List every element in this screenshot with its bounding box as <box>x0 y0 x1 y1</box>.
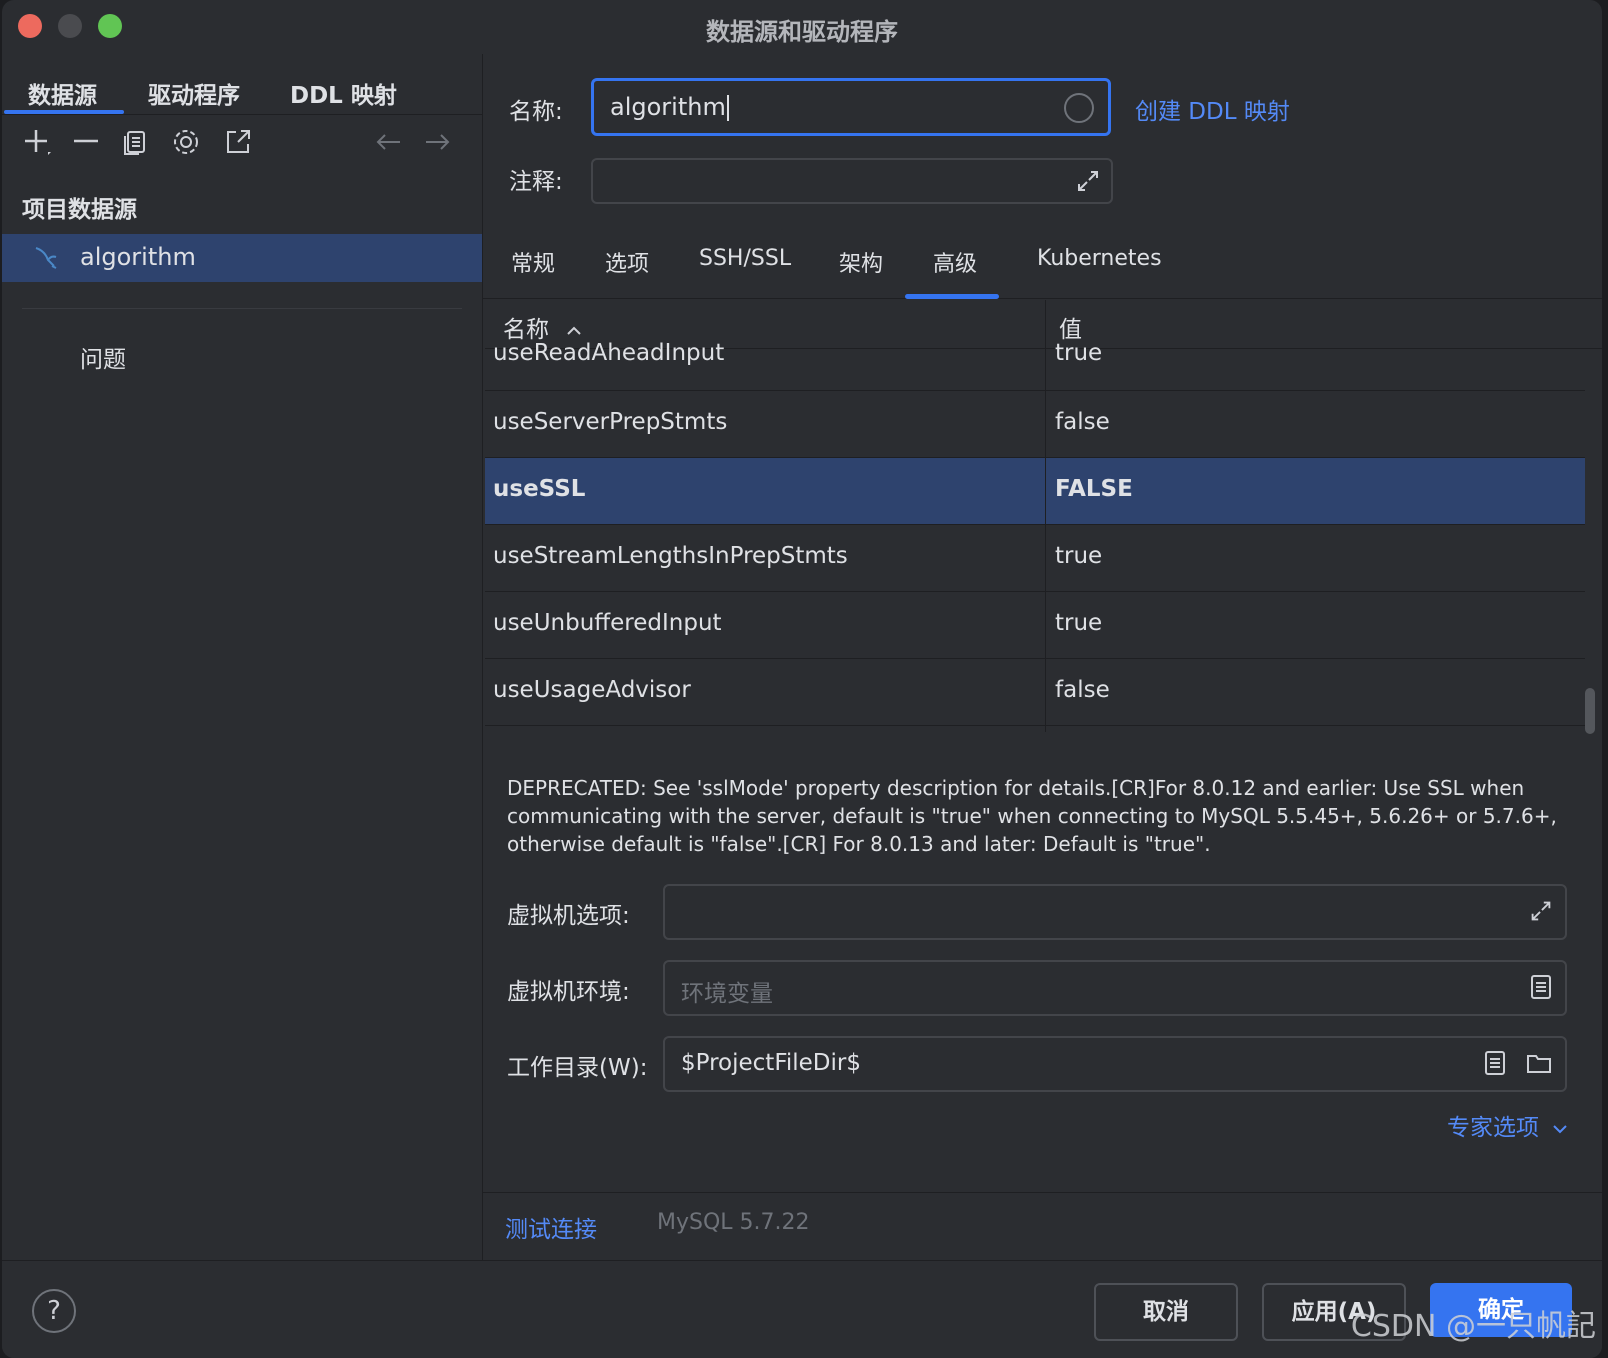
watermark-text: CSDN @一只帆記 <box>1350 1309 1596 1344</box>
tab-general[interactable]: 常规 <box>511 246 555 278</box>
tab-drivers[interactable]: 驱动程序 <box>148 76 240 110</box>
tab-datasources[interactable]: 数据源 <box>28 76 97 110</box>
back-arrow-icon[interactable] <box>370 124 406 160</box>
property-name: useReadAheadInput <box>493 340 725 366</box>
create-ddl-mapping-link[interactable]: 创建 DDL 映射 <box>1135 92 1290 126</box>
table-row[interactable]: useServerPrepStmts false <box>485 391 1585 458</box>
property-value[interactable]: FALSE <box>1055 476 1133 502</box>
table-row[interactable]: useStreamLengthsInPrepStmts true <box>485 525 1585 592</box>
property-value[interactable]: false <box>1055 409 1110 435</box>
name-input[interactable]: algorithm <box>591 78 1111 136</box>
title-bar: 数据源和驱动程序 <box>2 0 1602 54</box>
property-value[interactable]: true <box>1055 340 1102 366</box>
tab-schemas[interactable]: 架构 <box>839 246 883 278</box>
edit-list-icon[interactable] <box>1481 1049 1509 1077</box>
datasource-label: algorithm <box>80 243 196 271</box>
help-icon[interactable]: ? <box>32 1289 76 1333</box>
left-tabs: 数据源 驱动程序 DDL 映射 <box>2 64 482 115</box>
tab-advanced[interactable]: 高级 <box>933 246 977 278</box>
problems-item[interactable]: 问题 <box>80 340 126 374</box>
vm-options-label: 虚拟机选项: <box>507 903 630 929</box>
property-value[interactable]: false <box>1055 677 1110 703</box>
expand-icon[interactable] <box>1527 897 1555 925</box>
tab-ssh-ssl[interactable]: SSH/SSL <box>699 246 791 271</box>
settings-tabs: 常规 选项 SSH/SSL 架构 高级 Kubernetes <box>483 232 1602 299</box>
sort-ascending-icon <box>567 326 582 335</box>
name-input-value: algorithm <box>610 93 729 121</box>
forward-arrow-icon[interactable] <box>420 124 456 160</box>
property-name: useStreamLengthsInPrepStmts <box>493 543 848 569</box>
right-panel: 名称: algorithm 创建 DDL 映射 注释: 常规 选项 SSH/SS… <box>483 54 1602 1260</box>
tab-ddl-mappings[interactable]: DDL 映射 <box>290 76 397 110</box>
cancel-button[interactable]: 取消 <box>1094 1283 1238 1341</box>
mysql-dolphin-icon <box>35 247 57 269</box>
color-circle-icon[interactable] <box>1064 93 1094 123</box>
properties-table: 名称 值 useReadAheadInput true useServerPre… <box>485 300 1602 732</box>
window-title: 数据源和驱动程序 <box>706 18 898 46</box>
driver-version: MySQL 5.7.22 <box>657 1210 810 1235</box>
vm-environment-label: 虚拟机环境: <box>507 979 630 1005</box>
vm-environment-placeholder: 环境变量 <box>681 981 773 1007</box>
table-row[interactable]: useUsageAdvisor false <box>485 659 1585 726</box>
expand-icon[interactable] <box>1073 166 1103 196</box>
edit-list-icon[interactable] <box>1527 973 1555 1001</box>
chevron-down-icon <box>1553 1124 1568 1133</box>
working-directory-label: 工作目录(W): <box>507 1055 648 1081</box>
property-name: useUnbufferedInput <box>493 610 722 636</box>
project-datasources-heading: 项目数据源 <box>22 197 137 223</box>
column-header-name[interactable]: 名称 <box>503 310 584 344</box>
expert-options-link[interactable]: 专家选项 <box>1447 1108 1570 1142</box>
working-directory-value: $ProjectFileDir$ <box>681 1050 862 1076</box>
divider <box>483 1192 1602 1193</box>
vm-environment-input[interactable]: 环境变量 <box>663 960 1567 1016</box>
table-row[interactable]: useReadAheadInput true <box>485 340 1585 391</box>
property-value[interactable]: true <box>1055 543 1102 569</box>
datasource-item-algorithm[interactable]: algorithm <box>2 234 482 282</box>
name-label: 名称: <box>509 99 563 125</box>
remove-icon[interactable] <box>68 124 104 160</box>
property-value[interactable]: true <box>1055 610 1102 636</box>
property-name: useServerPrepStmts <box>493 409 728 435</box>
property-name: useSSL <box>493 476 586 502</box>
add-icon[interactable] <box>18 124 54 160</box>
left-panel: 数据源 驱动程序 DDL 映射 项目数据源 algorithm 问题 <box>2 54 483 1260</box>
working-directory-input[interactable]: $ProjectFileDir$ <box>663 1036 1567 1092</box>
column-header-value[interactable]: 值 <box>1059 310 1082 344</box>
gear-icon[interactable] <box>168 124 204 160</box>
tab-options[interactable]: 选项 <box>605 246 649 278</box>
active-tab-indicator <box>4 110 124 114</box>
folder-icon[interactable] <box>1525 1049 1553 1077</box>
table-row[interactable]: useUnbufferedInput true <box>485 592 1585 659</box>
left-toolbar <box>2 124 482 164</box>
tab-kubernetes[interactable]: Kubernetes <box>1037 246 1162 271</box>
active-tab-indicator <box>905 294 999 299</box>
column-divider <box>1045 300 1046 732</box>
property-name: useUsageAdvisor <box>493 677 691 703</box>
open-external-icon[interactable] <box>220 124 256 160</box>
property-description: DEPRECATED: See 'sslMode' property descr… <box>507 776 1557 856</box>
table-row-selected[interactable]: useSSL FALSE <box>485 458 1585 525</box>
vm-options-input[interactable] <box>663 884 1567 940</box>
dialog-footer: ? 取消 应用(A) 确定 CSDN @一只帆記 <box>2 1260 1602 1358</box>
table-scrollbar[interactable] <box>1585 688 1595 734</box>
comment-label: 注释: <box>509 169 563 195</box>
comment-input[interactable] <box>591 158 1113 204</box>
divider <box>22 308 462 309</box>
test-connection-link[interactable]: 测试连接 <box>505 1210 597 1244</box>
dialog-window: 数据源和驱动程序 数据源 驱动程序 DDL 映射 项目数据源 algorithm… <box>2 0 1602 1358</box>
duplicate-icon[interactable] <box>118 124 154 160</box>
